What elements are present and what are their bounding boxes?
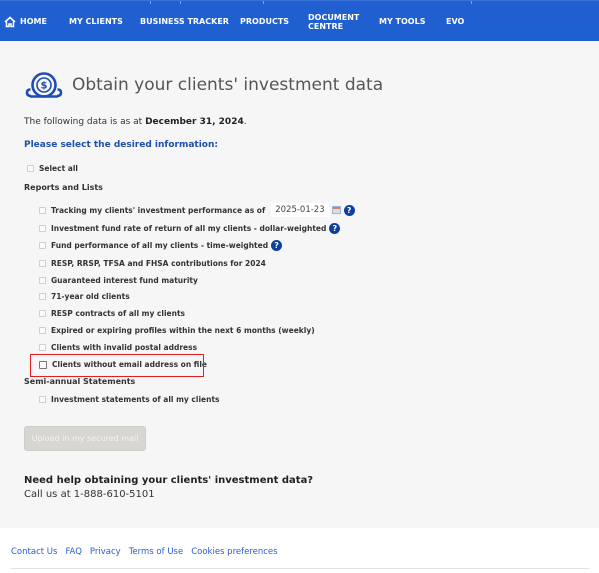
footer-link-terms-of-use[interactable]: Terms of Use [129,547,184,557]
money-bag-dollar-icon: $ [25,72,63,98]
nav-item-business-tracker[interactable]: BUSINESS TRACKER [140,1,229,42]
option-label: RESP, RRSP, TFSA and FHSA contributions … [51,259,266,268]
help-icon[interactable]: ? [271,240,283,251]
checkbox[interactable] [39,344,46,351]
checkbox[interactable] [39,293,46,300]
selection-prompt: Please select the desired information: [24,140,218,150]
nav-item-label: PRODUCTS [240,17,290,26]
performance-date-input[interactable]: 2025-01-23 [271,203,329,217]
report-option-expiring-profiles[interactable]: Expired or expiring profiles within the … [39,326,315,335]
report-option-gif-maturity[interactable]: Guaranteed interest fund maturity [39,276,198,285]
nav-item-products[interactable]: PRODUCTS [240,1,289,42]
option-label: Guaranteed interest fund maturity [51,276,198,285]
nav-item-evo[interactable]: EVO [446,1,464,42]
section-title-reports: Reports and Lists [24,183,103,192]
report-option-time-weighted[interactable]: Fund performance of all my clients - tim… [39,240,283,251]
section-title-statements: Semi-annual Statements [24,377,136,386]
checkbox[interactable] [39,225,46,232]
nav-separator [471,1,472,4]
select-all-checkbox[interactable] [27,165,34,172]
calendar-icon[interactable] [331,206,341,214]
footer-divider [11,568,589,569]
help-icon[interactable]: ? [329,223,341,234]
checkbox[interactable] [39,260,46,267]
nav-item-document-centre[interactable]: DOCUMENT CENTRE [308,1,360,42]
option-label: RESP contracts of all my clients [51,309,186,318]
statement-option-investment-statements[interactable]: Investment statements of all my clients [39,395,220,404]
footer-link-privacy[interactable]: Privacy [90,547,121,557]
footer-link-cookies-preferences[interactable]: Cookies preferences [191,547,277,557]
main-content: $ Obtain your clients' investment data T… [0,41,599,528]
report-option-resp-contracts[interactable]: RESP contracts of all my clients [39,309,185,318]
upload-secured-mail-button[interactable]: Upload in my secured mail [24,426,146,451]
top-navigation-bar: HOME MY CLIENTS BUSINESS TRACKER PRODUCT… [0,0,599,41]
nav-item-label: EVO [446,17,465,26]
help-title: Need help obtaining your clients' invest… [24,475,314,486]
nav-item-my-tools[interactable]: MY TOOLS [379,1,425,42]
checkbox[interactable] [39,310,46,317]
checkbox[interactable] [39,277,46,284]
checkbox[interactable] [39,206,46,214]
checkbox[interactable] [39,242,46,249]
option-label: Investment fund rate of return of all my… [51,224,327,233]
option-label: 71-year old clients [51,292,130,301]
option-label: Expired or expiring profiles within the … [51,326,315,335]
help-phone: Call us at 1-888-610-5101 [24,489,155,500]
nav-item-label: DOCUMENT CENTRE [308,12,360,31]
svg-text:$: $ [41,81,48,92]
select-all-label: Select all [39,164,78,173]
option-label: Clients with invalid postal address [51,343,198,352]
help-icon[interactable]: ? [343,204,355,216]
nav-item-label: MY CLIENTS [69,17,123,26]
home-icon [4,15,16,27]
report-option-invalid-postal[interactable]: Clients with invalid postal address [39,343,197,352]
as-at-text: The following data is as at December 31,… [24,117,247,127]
nav-item-home[interactable]: HOME [4,1,47,42]
report-option-dollar-weighted[interactable]: Investment fund rate of return of all my… [39,223,341,234]
nav-item-label: BUSINESS TRACKER [140,17,229,26]
report-option-contributions[interactable]: RESP, RRSP, TFSA and FHSA contributions … [39,259,266,268]
footer-link-contact-us[interactable]: Contact Us [11,547,57,557]
as-at-suffix: . [243,117,247,127]
footer-links: Contact Us FAQ Privacy Terms of Use Cook… [11,547,278,557]
nav-item-label: HOME [20,17,47,26]
select-all-row[interactable]: Select all [27,164,78,173]
checkbox[interactable] [39,396,46,403]
option-label: Tracking my clients' investment performa… [51,205,266,215]
nav-item-my-clients[interactable]: MY CLIENTS [69,1,123,42]
as-at-prefix: The following data is as at [24,117,146,127]
highlight-box [30,354,204,377]
option-label: Investment statements of all my clients [51,395,220,404]
as-at-date: December 31, 2024 [145,117,244,127]
footer-link-faq[interactable]: FAQ [65,547,81,557]
checkbox[interactable] [39,327,46,334]
option-label: Fund performance of all my clients - tim… [51,241,269,250]
nav-item-label: MY TOOLS [379,17,426,26]
report-option-tracking-performance[interactable]: Tracking my clients' investment performa… [39,203,355,217]
page-title: Obtain your clients' investment data [72,75,384,95]
report-option-71-year-old[interactable]: 71-year old clients [39,292,130,301]
